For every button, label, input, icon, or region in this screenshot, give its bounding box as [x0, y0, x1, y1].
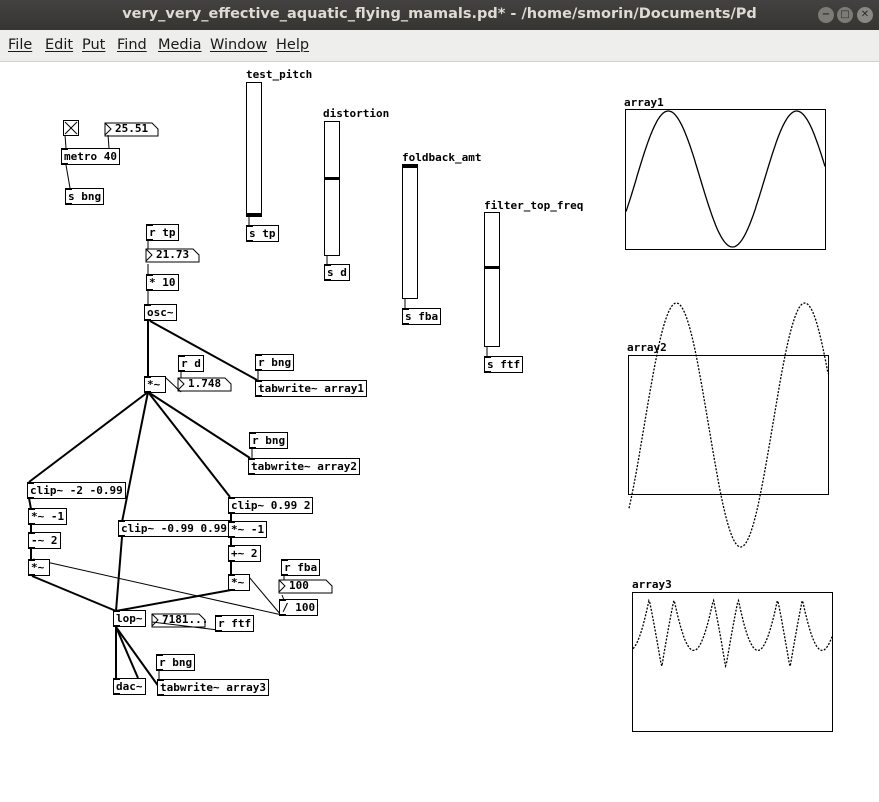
- s-tp-object[interactable]: s tp: [246, 225, 279, 242]
- filter-top-freq-slider[interactable]: [484, 212, 500, 347]
- r-bng-object-2[interactable]: r bng: [249, 432, 289, 449]
- lop-object[interactable]: lop~: [113, 610, 146, 627]
- s-fba-object[interactable]: s fba: [402, 308, 442, 325]
- menu-find[interactable]: Find: [117, 37, 147, 53]
- r-bng-object-3[interactable]: r bng: [156, 654, 196, 671]
- metro-rate-number[interactable]: 25.51: [104, 122, 160, 137]
- patch-canvas[interactable]: 25.51 metro 40 s bng r tp 21.73 * 10 osc…: [0, 62, 879, 802]
- menu-edit[interactable]: Edit: [45, 37, 73, 53]
- fba-number[interactable]: 100: [278, 579, 334, 594]
- menu-window[interactable]: Window: [210, 37, 267, 53]
- array3-label: array3: [632, 578, 672, 591]
- array3-graph[interactable]: [632, 592, 833, 732]
- slider-knob: [325, 177, 339, 180]
- tabwrite-array2-object[interactable]: tabwrite~ array2: [248, 458, 360, 475]
- test-pitch-label: test_pitch: [246, 68, 313, 81]
- array1-label: array1: [624, 96, 664, 109]
- clip-low-object[interactable]: clip~ -2 -0.99: [27, 482, 126, 499]
- slider-knob: [247, 213, 261, 216]
- add2-object[interactable]: +~ 2: [228, 545, 261, 562]
- slider-knob: [403, 165, 417, 168]
- mul-neg1-object-a[interactable]: *~ -1: [28, 508, 68, 525]
- clip-mid-object[interactable]: clip~ -0.99 0.99: [118, 520, 230, 537]
- foldback-amt-label: foldback_amt: [402, 151, 482, 164]
- tp-value: 21.73: [156, 248, 190, 261]
- sub2-object[interactable]: -~ 2: [28, 532, 61, 549]
- array2-graph[interactable]: [628, 355, 829, 495]
- tp-number[interactable]: 21.73: [145, 248, 201, 263]
- r-tp-object[interactable]: r tp: [146, 224, 179, 241]
- foldback-amt-slider[interactable]: [402, 164, 418, 299]
- s-d-object[interactable]: s d: [324, 264, 350, 281]
- toggle-x-icon: [64, 121, 78, 135]
- mul-sig-object[interactable]: *~: [144, 376, 166, 393]
- metro-object[interactable]: metro 40: [61, 148, 120, 165]
- menu-file[interactable]: File: [8, 37, 32, 53]
- s-bng-object[interactable]: s bng: [65, 188, 105, 205]
- menu-bar: File Edit Put Find Media Window Help: [0, 30, 879, 62]
- menu-put[interactable]: Put: [82, 37, 105, 53]
- title-bar: very_very_effective_aquatic_flying_mamal…: [0, 0, 879, 30]
- tabwrite-array1-object[interactable]: tabwrite~ array1: [255, 380, 367, 397]
- r-ftf-object[interactable]: r ftf: [215, 615, 255, 632]
- distortion-slider[interactable]: [324, 121, 340, 256]
- array2-label: array2: [627, 341, 667, 354]
- r-bng-object-1[interactable]: r bng: [255, 354, 295, 371]
- r-d-object[interactable]: r d: [178, 355, 204, 372]
- tabwrite-array3-object[interactable]: tabwrite~ array3: [157, 679, 269, 696]
- mul-object-a[interactable]: *~: [28, 559, 50, 576]
- window-title: very_very_effective_aquatic_flying_mamal…: [122, 6, 757, 22]
- array1-graph[interactable]: [625, 109, 826, 250]
- ftf-value: 7181...: [162, 613, 209, 626]
- menu-media[interactable]: Media: [158, 37, 202, 53]
- menu-help[interactable]: Help: [276, 37, 309, 53]
- maximize-icon[interactable]: □: [837, 7, 853, 23]
- d-value: 1.748: [188, 377, 222, 390]
- fba-value: 100: [289, 579, 309, 592]
- filter-top-freq-label: filter_top_freq: [484, 199, 584, 212]
- r-fba-object[interactable]: r fba: [281, 559, 321, 576]
- mul-10-object[interactable]: * 10: [146, 274, 179, 291]
- close-icon[interactable]: ✕: [857, 7, 873, 23]
- bang-toggle[interactable]: [63, 120, 79, 136]
- d-number[interactable]: 1.748: [177, 377, 233, 392]
- slider-knob: [485, 266, 499, 269]
- osc-object[interactable]: osc~: [144, 304, 177, 321]
- ftf-number[interactable]: 7181...: [151, 613, 209, 628]
- test-pitch-slider[interactable]: [246, 82, 262, 217]
- mul-neg1-object-b[interactable]: *~ -1: [228, 521, 268, 538]
- clip-high-object[interactable]: clip~ 0.99 2: [228, 497, 314, 514]
- div100-object[interactable]: / 100: [279, 599, 319, 616]
- minimize-icon[interactable]: −: [818, 7, 834, 23]
- mul-object-b[interactable]: *~: [228, 574, 250, 591]
- distortion-label: distortion: [323, 107, 390, 120]
- metro-rate-value: 25.51: [115, 122, 149, 135]
- s-ftf-object[interactable]: s ftf: [484, 356, 524, 373]
- dac-object[interactable]: dac~: [113, 678, 146, 695]
